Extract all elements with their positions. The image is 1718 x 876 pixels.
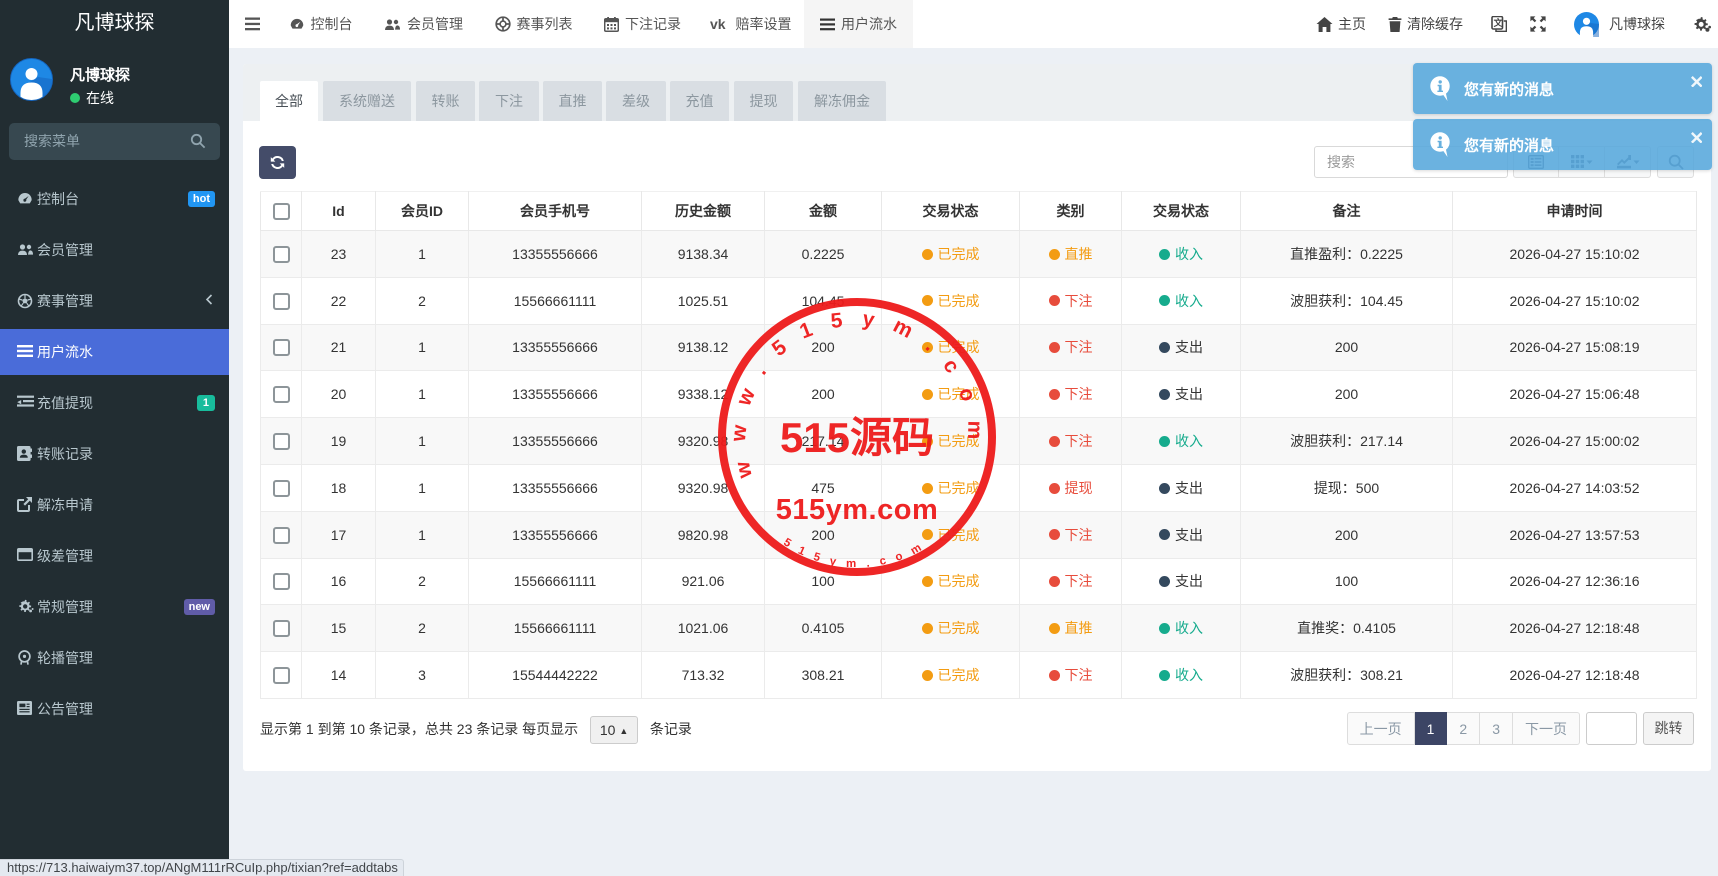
svg-text:515源码: 515源码 bbox=[780, 414, 934, 461]
svg-text:vk: vk bbox=[710, 18, 726, 30]
svg-text:文: 文 bbox=[1493, 17, 1504, 28]
svg-text:515ym.com: 515ym.com bbox=[776, 494, 939, 526]
